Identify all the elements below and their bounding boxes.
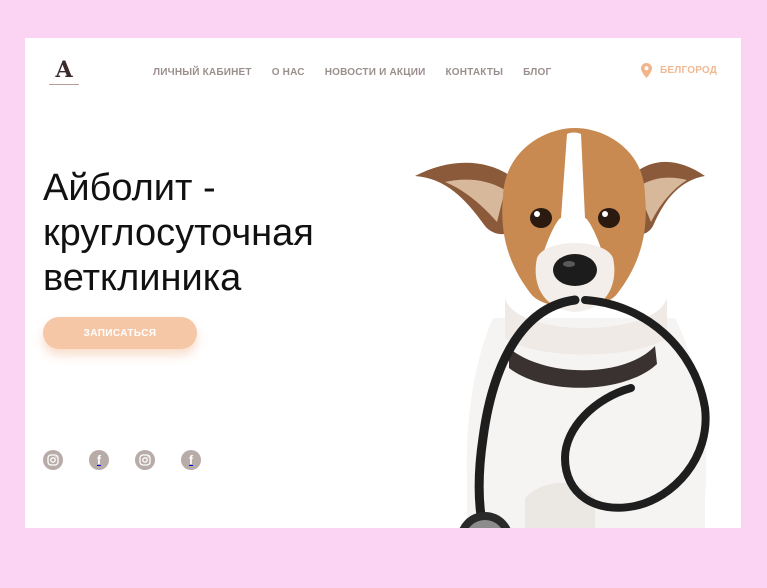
book-appointment-button[interactable]: ЗАПИСАТЬСЯ	[43, 317, 197, 349]
instagram-icon	[47, 454, 59, 466]
logo-underline	[49, 84, 79, 85]
facebook-icon: f	[189, 453, 193, 467]
city-label: БЕЛГОРОД	[660, 65, 718, 76]
nav-item-contacts[interactable]: КОНТАКТЫ	[445, 67, 503, 78]
instagram-icon	[139, 454, 151, 466]
title-line-3: ветклиника	[43, 257, 242, 299]
hero-dog-image	[415, 128, 710, 528]
facebook-link[interactable]: f	[181, 450, 201, 470]
main-nav: ЛИЧНЫЙ КАБИНЕТ О НАС НОВОСТИ И АКЦИИ КОН…	[153, 67, 551, 78]
facebook-icon: f	[97, 453, 101, 467]
logo-letter: A	[55, 57, 73, 83]
title-line-1: Айболит -	[43, 167, 216, 209]
instagram-link[interactable]	[135, 450, 155, 470]
nav-item-news[interactable]: НОВОСТИ И АКЦИИ	[325, 67, 426, 78]
city-selector[interactable]: БЕЛГОРОД	[641, 63, 717, 78]
logo[interactable]: A	[47, 56, 81, 88]
facebook-link[interactable]: f	[89, 450, 109, 470]
page-card: A ЛИЧНЫЙ КАБИНЕТ О НАС НОВОСТИ И АКЦИИ К…	[25, 38, 741, 528]
nav-item-about[interactable]: О НАС	[272, 67, 305, 78]
page-title: Айболит - круглосуточная ветклиника	[43, 166, 423, 301]
nav-item-personal-account[interactable]: ЛИЧНЫЙ КАБИНЕТ	[153, 67, 252, 78]
instagram-link[interactable]	[43, 450, 63, 470]
nav-item-blog[interactable]: БЛОГ	[523, 67, 551, 78]
social-links: f f	[43, 450, 201, 470]
title-line-2: круглосуточная	[43, 212, 314, 254]
map-pin-icon	[641, 63, 652, 78]
